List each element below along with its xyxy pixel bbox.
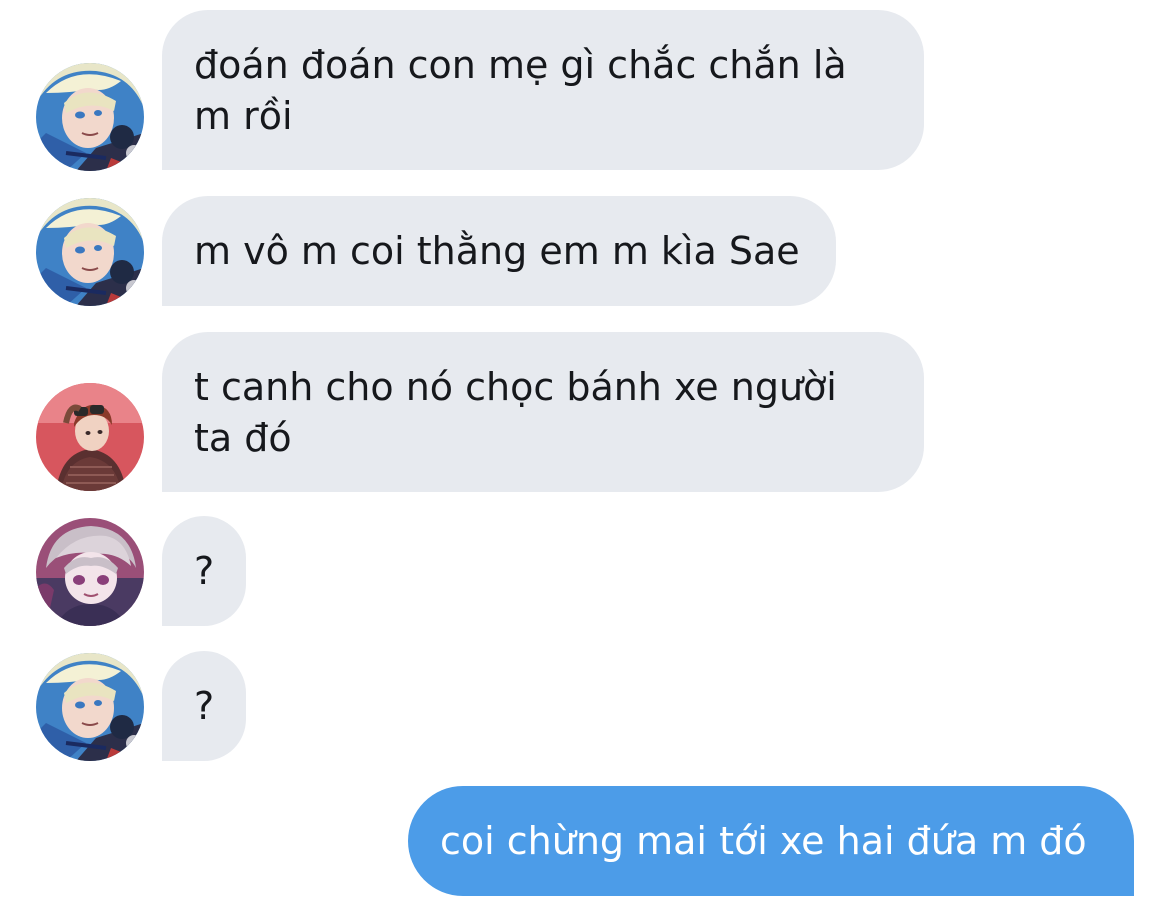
message-text: m vô m coi thằng em m kìa Sae xyxy=(194,229,800,273)
message-bubble-incoming[interactable]: ? xyxy=(162,651,246,761)
avatar[interactable] xyxy=(36,383,144,491)
message-bubble-incoming[interactable]: ? xyxy=(162,516,246,626)
avatar[interactable] xyxy=(36,198,144,306)
message-bubble-incoming[interactable]: t canh cho nó chọc bánh xe người ta đó xyxy=(162,332,924,492)
avatar-image xyxy=(36,383,144,491)
avatar[interactable] xyxy=(36,653,144,761)
message-text: đoán đoán con mẹ gì chắc chắn là xyxy=(194,43,847,87)
avatar-image xyxy=(36,63,144,171)
avatar-image xyxy=(36,518,144,626)
message-text: ta đó xyxy=(194,416,292,460)
avatar[interactable] xyxy=(36,63,144,171)
message-bubble-incoming[interactable]: đoán đoán con mẹ gì chắc chắn là m rồi xyxy=(162,10,924,170)
message-bubble-outgoing[interactable]: coi chừng mai tới xe hai đứa m đó xyxy=(408,786,1134,896)
message-text: coi chừng mai tới xe hai đứa m đó xyxy=(440,819,1087,863)
message-text: m rồi xyxy=(194,94,293,138)
avatar-image xyxy=(36,653,144,761)
message-text: ? xyxy=(194,549,215,593)
avatar[interactable] xyxy=(36,518,144,626)
message-bubble-incoming[interactable]: m vô m coi thằng em m kìa Sae xyxy=(162,196,836,306)
message-text: ? xyxy=(194,684,215,728)
avatar-image xyxy=(36,198,144,306)
message-text: t canh cho nó chọc bánh xe người xyxy=(194,365,837,409)
